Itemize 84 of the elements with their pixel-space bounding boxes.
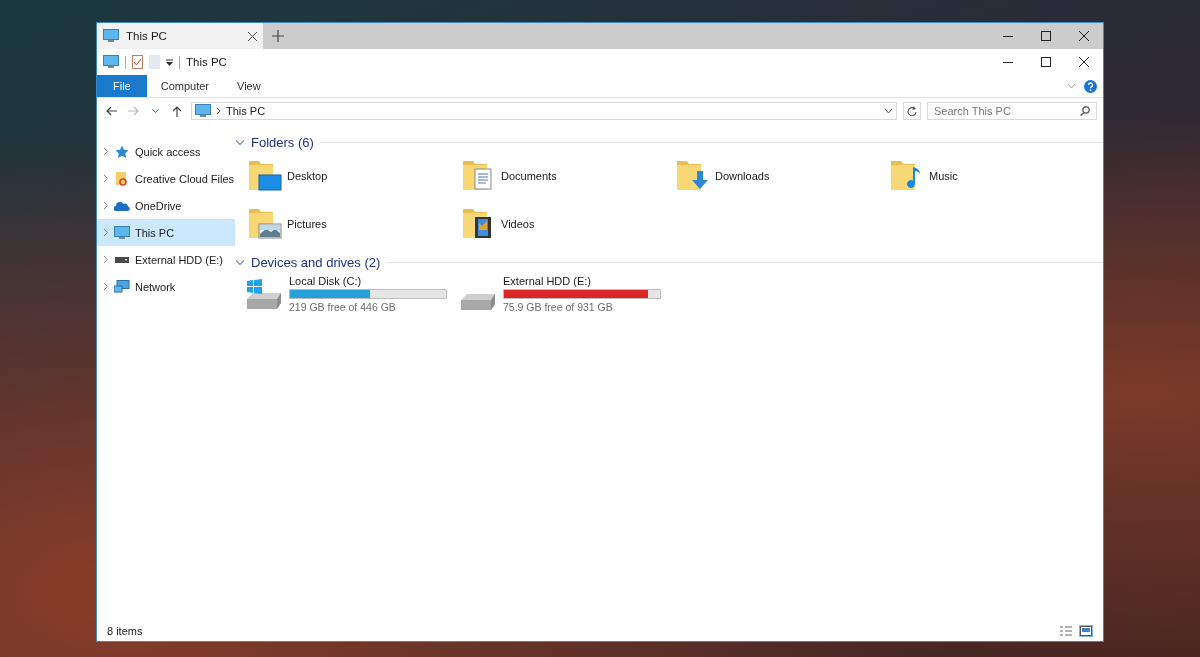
tab-title: This PC <box>126 30 168 42</box>
breadcrumb-chevron-icon[interactable] <box>216 107 221 115</box>
help-icon[interactable] <box>1084 79 1097 93</box>
large-icons-view-button[interactable] <box>1079 625 1093 637</box>
search-field[interactable]: Search This PC <box>927 102 1097 120</box>
navigation-item[interactable]: This PC <box>97 219 235 246</box>
refresh-icon <box>907 106 917 116</box>
folder-item[interactable]: Documents <box>461 158 675 194</box>
group-header[interactable]: Devices and drives (2) <box>251 254 381 270</box>
navigation-item[interactable]: Quick access <box>97 138 235 165</box>
search-icon[interactable] <box>1080 106 1090 116</box>
drive-icon <box>115 256 129 263</box>
folder-name: Downloads <box>715 170 770 182</box>
desktop-folder-icon <box>247 159 283 193</box>
navigation-item[interactable]: Network <box>97 273 235 300</box>
cloud-folder-icon <box>115 171 129 186</box>
computer-icon <box>103 55 119 69</box>
properties-icon[interactable] <box>132 55 143 69</box>
close-tab-icon[interactable] <box>248 31 257 41</box>
computer-icon <box>114 225 130 240</box>
window-tab[interactable]: This PC <box>97 23 263 49</box>
network-icon <box>114 279 130 294</box>
details-view-button[interactable] <box>1059 625 1073 637</box>
free-space-text: 75.9 GB free of 931 GB <box>503 301 614 313</box>
expand-chevron-icon[interactable] <box>103 255 109 264</box>
collapse-chevron-icon[interactable] <box>235 138 245 146</box>
expand-chevron-icon[interactable] <box>103 228 109 237</box>
drive-name: External HDD (E:) <box>503 275 593 287</box>
plus-icon <box>272 30 284 42</box>
folder-item[interactable]: Downloads <box>675 158 889 194</box>
drive-item[interactable]: Local Disk (C:) 219 GB free of 446 GB <box>245 275 459 313</box>
expand-chevron-icon[interactable] <box>103 147 109 156</box>
system-drive-icon <box>245 279 283 311</box>
close-icon <box>1079 57 1089 67</box>
maximize-icon <box>1041 31 1051 41</box>
ribbon-tab[interactable]: View <box>223 75 275 97</box>
refresh-button[interactable] <box>903 102 921 120</box>
navigation-label: OneDrive <box>135 199 182 212</box>
ribbon-tab[interactable]: Computer <box>146 75 224 97</box>
address-field[interactable]: This PC <box>191 102 897 120</box>
file-menu-button[interactable]: File <box>97 75 147 97</box>
drive-name: Local Disk (C:) <box>289 275 363 287</box>
navigation-item[interactable]: OneDrive <box>97 192 235 219</box>
star-icon <box>115 144 129 159</box>
drive-item[interactable]: External HDD (E:) 75.9 GB free of 931 GB <box>459 275 673 313</box>
folder-item[interactable]: Music <box>889 158 1103 194</box>
computer-icon <box>103 29 119 43</box>
folder-item[interactable]: Videos <box>461 206 675 242</box>
minimize-icon <box>1003 35 1013 37</box>
folder-name: Videos <box>501 218 535 230</box>
computer-icon <box>195 104 211 118</box>
navigation-label: External HDD (E:) <box>135 253 224 266</box>
cloud-icon <box>114 200 130 211</box>
expand-ribbon-icon[interactable] <box>1067 83 1076 89</box>
close-icon <box>1079 31 1089 41</box>
navigation-label: Quick access <box>135 145 201 158</box>
folder-item[interactable]: Desktop <box>247 158 461 194</box>
download-folder-icon <box>675 159 711 193</box>
folder-name: Music <box>929 170 958 182</box>
navigation-item[interactable]: Creative Cloud Files <box>97 165 235 192</box>
collapse-chevron-icon[interactable] <box>235 258 245 266</box>
navigation-item[interactable]: External HDD (E:) <box>97 246 235 273</box>
maximize-icon <box>1041 57 1051 67</box>
folder-name: Pictures <box>287 218 327 230</box>
folder-name: Desktop <box>287 170 328 182</box>
pictures-folder-icon <box>247 207 283 241</box>
dropdown-icon[interactable] <box>166 58 173 66</box>
drive-icon <box>459 293 497 311</box>
navigation-label: Creative Cloud Files <box>135 172 235 185</box>
navigation-label: Network <box>135 280 176 293</box>
folder-name: Documents <box>501 170 557 182</box>
free-space-text: 219 GB free of 446 GB <box>289 301 397 313</box>
group-header[interactable]: Folders (6) <box>251 134 314 150</box>
minimize-icon <box>1003 61 1013 63</box>
forward-button[interactable] <box>125 106 141 116</box>
folder-item[interactable]: Pictures <box>247 206 461 242</box>
item-count: 8 items <box>107 625 143 637</box>
dropdown-icon[interactable] <box>884 108 893 114</box>
expand-chevron-icon[interactable] <box>103 174 109 183</box>
address-path[interactable]: This PC <box>226 105 879 117</box>
expand-chevron-icon[interactable] <box>103 282 109 291</box>
navigation-label: This PC <box>135 226 175 239</box>
expand-chevron-icon[interactable] <box>103 201 109 210</box>
window-title: This PC <box>186 56 227 68</box>
